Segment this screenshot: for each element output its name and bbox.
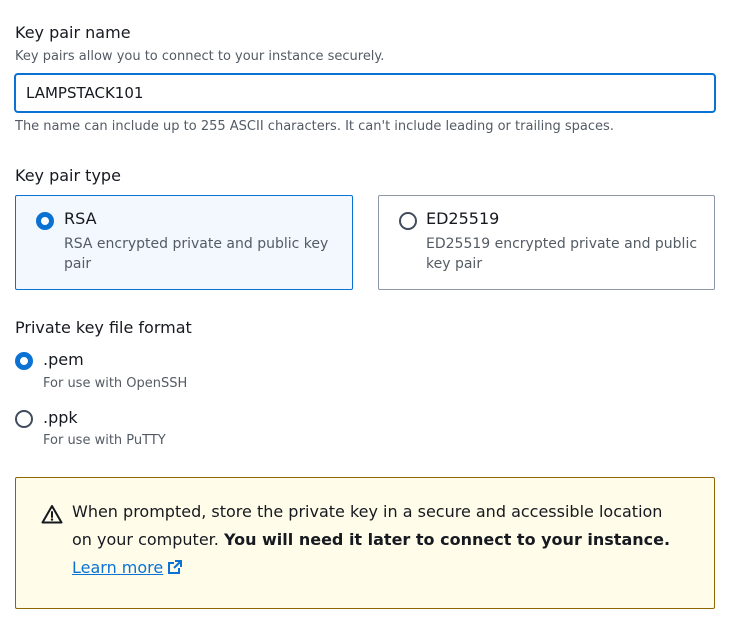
key-type-rsa-title: RSA bbox=[64, 209, 97, 228]
key-type-ed25519-radio[interactable] bbox=[399, 212, 417, 230]
key-type-tile-rsa[interactable]: RSA RSA encrypted private and public key… bbox=[15, 195, 353, 290]
format-pem-radio[interactable] bbox=[15, 352, 33, 370]
key-pair-name-label: Key pair name bbox=[15, 23, 131, 42]
key-pair-type-label: Key pair type bbox=[15, 166, 121, 185]
format-ppk-title[interactable]: .ppk bbox=[43, 408, 78, 427]
learn-more-link-text[interactable]: Learn more bbox=[72, 558, 163, 577]
format-pem-description: For use with OpenSSH bbox=[43, 376, 188, 391]
private-key-format-label: Private key file format bbox=[15, 318, 192, 337]
key-pair-name-input[interactable] bbox=[14, 73, 716, 113]
key-type-rsa-radio[interactable] bbox=[36, 212, 54, 230]
warning-alert-message: When prompted, store the private key in … bbox=[72, 498, 672, 582]
format-ppk-radio[interactable] bbox=[15, 410, 33, 428]
learn-more-link[interactable]: Learn more bbox=[72, 558, 183, 577]
key-type-tile-ed25519[interactable]: ED25519 ED25519 encrypted private and pu… bbox=[378, 195, 715, 290]
format-pem-title[interactable]: .pem bbox=[43, 350, 84, 369]
warning-icon bbox=[41, 505, 63, 524]
key-pair-name-description: Key pairs allow you to connect to your i… bbox=[15, 49, 385, 64]
key-pair-name-constraint: The name can include up to 255 ASCII cha… bbox=[15, 119, 614, 134]
warning-alert: When prompted, store the private key in … bbox=[15, 477, 715, 609]
format-ppk-description: For use with PuTTY bbox=[43, 433, 166, 448]
key-type-rsa-description: RSA encrypted private and public key pai… bbox=[64, 236, 329, 272]
key-type-ed25519-description: ED25519 encrypted private and public key… bbox=[426, 236, 698, 272]
external-link-icon[interactable] bbox=[167, 559, 183, 575]
warning-alert-bold-text: You will need it later to connect to you… bbox=[223, 530, 671, 549]
key-type-ed25519-title: ED25519 bbox=[426, 209, 500, 228]
